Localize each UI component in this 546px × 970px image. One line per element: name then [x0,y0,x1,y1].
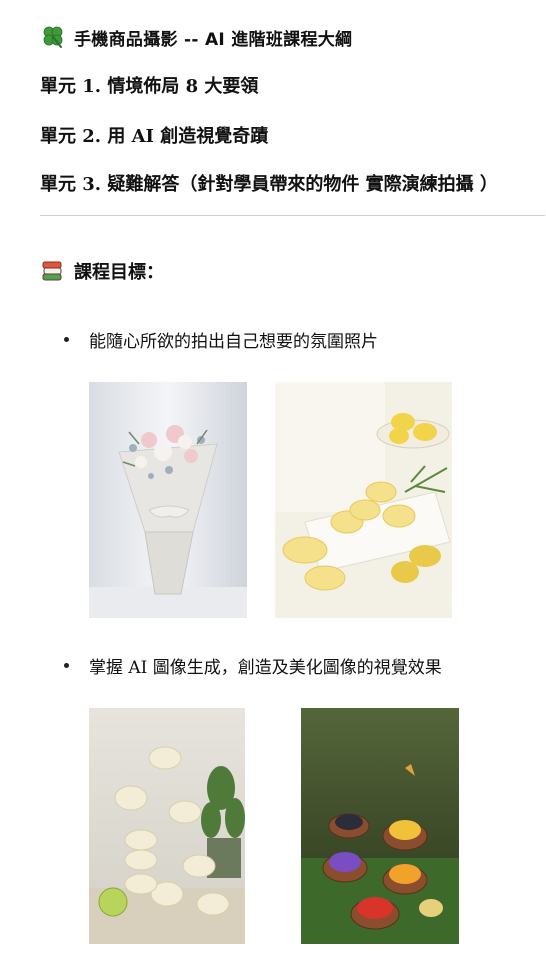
goal-bullet-2: 掌握 AI 圖像生成，創造及美化圖像的視覺效果 [64,653,442,678]
fruit-jelly-forest-photo [301,708,459,944]
bullet-dot [64,663,69,668]
page-title: 手機商品攝影 -- AI 進階班課程大綱 [74,29,353,50]
goal-bullet-1: 能隨心所欲的拍出自己想要的氛圍照片 [64,327,378,352]
goals-heading-row: 課程目標： [40,258,164,284]
document-title-row: 手機商品攝影 -- AI 進階班課程大綱 [40,24,352,50]
unit-1: 單元 1. 情境佈局 8 大要領 [40,76,259,97]
four-leaf-clover-icon [40,24,66,50]
unit-3: 單元 3. 疑難解答（針對學員帶來的物件 實際演練拍攝 ） [40,174,498,195]
lemon-cakes-photo [275,382,452,618]
bullet-dot [64,337,69,342]
section-divider [40,215,545,216]
goal-text-2: 掌握 AI 圖像生成，創造及美化圖像的視覺效果 [89,658,442,678]
flower-bouquet-photo [89,382,247,618]
unit-2: 單元 2. 用 AI 創造視覺奇蹟 [40,126,269,147]
goal-text-1: 能隨心所欲的拍出自己想要的氛圍照片 [89,332,378,352]
goals-title: 課程目標： [74,262,164,283]
books-icon [40,259,64,283]
floating-macarons-photo [89,708,245,944]
